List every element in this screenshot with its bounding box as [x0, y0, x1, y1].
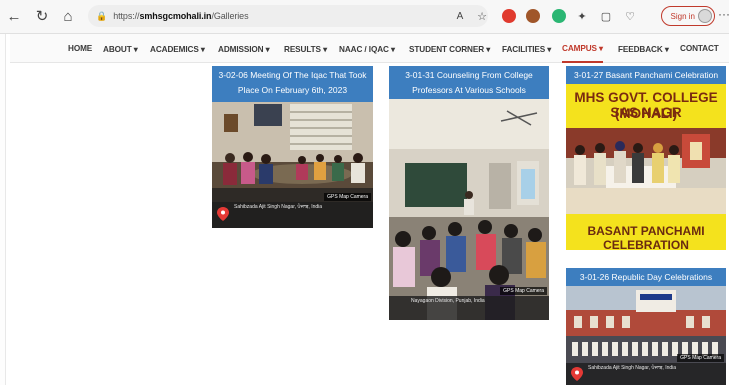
- read-aloud-icon[interactable]: A: [450, 6, 470, 26]
- gallery-card-iqac-meeting[interactable]: 3-02-06 Meeting Of The Iqac That Took Pl…: [212, 66, 373, 228]
- favorites-star-icon[interactable]: ☆: [472, 6, 492, 26]
- back-arrow-icon[interactable]: ←: [4, 6, 24, 26]
- geo-location-text: Sahibzada Ajit Singh Nagar, ਪੰਜਾਬ, India: [588, 365, 677, 371]
- card-caption: 3-01-27 Basant Panchami Celebration: [566, 66, 726, 84]
- gallery-photo[interactable]: GPS Map Camera Nayagaon Division, Punjab…: [389, 99, 549, 320]
- celebration-photo-image: [566, 128, 726, 214]
- gallery-photo[interactable]: GPS Map Camera Sahibzada Ajit Singh Naga…: [212, 102, 373, 228]
- url-text: https://smhsgcmohali.in/Galleries: [113, 11, 249, 21]
- address-bar[interactable]: 🔒 https://smhsgcmohali.in/Galleries: [88, 5, 488, 27]
- map-pin-icon: [571, 367, 583, 381]
- nav-item-results[interactable]: RESULTS ▾: [284, 34, 327, 63]
- avatar-icon: [698, 9, 712, 23]
- poster-title-line2: (MOHALI): [614, 106, 678, 121]
- geo-location-text: Nayagaon Division, Punjab, India: [411, 298, 485, 304]
- geo-overlay: GPS Map Camera Sahibzada Ajit Singh Naga…: [212, 193, 373, 228]
- nav-item-home[interactable]: HOME: [68, 34, 92, 63]
- gallery-card-republic-day[interactable]: 3-01-26 Republic Day Celebrations GPS Ma…: [566, 268, 726, 385]
- reload-icon[interactable]: ↻: [32, 6, 52, 26]
- poster-bottom-text: BASANT PANCHAMI CELEBRATION: [587, 224, 705, 250]
- card-caption: 3-01-26 Republic Day Celebrations: [566, 268, 726, 286]
- nav-item-naac-iqac[interactable]: NAAC / IQAC ▾: [339, 34, 395, 63]
- nav-item-contact[interactable]: CONTACT: [680, 34, 719, 63]
- geo-location-text: Sahibzada Ajit Singh Nagar, ਪੰਜਾਬ, India: [234, 204, 323, 210]
- nav-item-feedback[interactable]: FEEDBACK ▾: [618, 34, 669, 63]
- green-extension-icon[interactable]: [552, 9, 566, 23]
- map-pin-icon: [217, 207, 229, 221]
- gallery-photo[interactable]: GPS Map Camera Sahibzada Ajit Singh Naga…: [566, 286, 726, 385]
- home-icon[interactable]: ⌂: [58, 6, 78, 26]
- nav-item-campus[interactable]: CAMPUS ▾: [562, 34, 603, 63]
- puzzle-extension-icon[interactable]: ✦: [572, 6, 592, 26]
- cookie-extension-icon[interactable]: [526, 9, 540, 23]
- site-nav: HOME ABOUT ▾ ACADEMICS ▾ ADMISSION ▾ RES…: [10, 34, 729, 63]
- gallery-photo[interactable]: MHS GOVT. COLLEGE SAS NAGR (MOHALI) BASA…: [566, 84, 726, 250]
- card-caption: 3-02-06 Meeting Of The Iqac That Took Pl…: [212, 66, 373, 102]
- geo-overlay: GPS Map Camera Nayagaon Division, Punjab…: [389, 287, 549, 320]
- sign-in-label: Sign in: [670, 11, 695, 21]
- opera-extension-icon[interactable]: [502, 9, 516, 23]
- nav-item-about[interactable]: ABOUT ▾: [103, 34, 138, 63]
- nav-item-academics[interactable]: ACADEMICS ▾: [150, 34, 205, 63]
- card-caption: 3-01-31 Counseling From College Professo…: [389, 66, 549, 99]
- geo-overlay: GPS Map Camera Sahibzada Ajit Singh Naga…: [566, 354, 726, 385]
- browser-toolbar: ← ↻ ⌂ 🔒 https://smhsgcmohali.in/Gallerie…: [0, 0, 729, 34]
- nav-item-student-corner[interactable]: STUDENT CORNER ▾: [409, 34, 490, 63]
- nav-item-admission[interactable]: ADMISSION ▾: [218, 34, 270, 63]
- geo-camera-tag: GPS Map Camera: [324, 193, 371, 201]
- collections-icon[interactable]: ▢: [596, 6, 616, 26]
- lock-icon: 🔒: [96, 10, 108, 21]
- geo-camera-tag: GPS Map Camera: [677, 354, 724, 362]
- browser-essentials-icon[interactable]: ♡: [620, 6, 640, 26]
- sign-in-button[interactable]: Sign in: [661, 6, 715, 26]
- nav-item-facilities[interactable]: FACILITIES ▾: [502, 34, 551, 63]
- gallery-card-basant-panchami[interactable]: 3-01-27 Basant Panchami Celebration MHS …: [566, 66, 726, 250]
- left-edge: [0, 34, 6, 385]
- gallery-card-counseling[interactable]: 3-01-31 Counseling From College Professo…: [389, 66, 549, 320]
- more-menu-icon[interactable]: ···: [718, 7, 729, 21]
- geo-camera-tag: GPS Map Camera: [500, 287, 547, 295]
